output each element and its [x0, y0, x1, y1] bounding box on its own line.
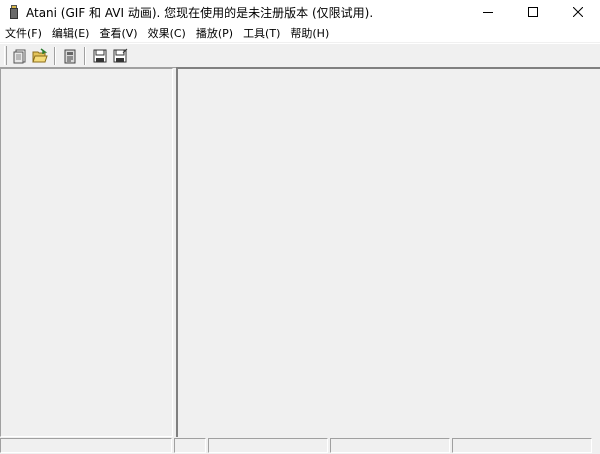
frame-list-pane[interactable]	[0, 68, 173, 437]
film-canister-icon	[9, 5, 19, 19]
status-panel-2	[174, 438, 206, 453]
save-as-icon	[113, 48, 128, 62]
window-title: Atani (GIF 和 AVI 动画). 您现在使用的是未注册版本 (仅限试用…	[26, 5, 374, 20]
minimize-button[interactable]	[465, 0, 510, 24]
maximize-icon	[527, 7, 538, 17]
status-bar	[0, 437, 600, 454]
maximize-button[interactable]	[510, 0, 555, 24]
menu-edit[interactable]: 编辑(E)	[47, 24, 95, 43]
menu-effects[interactable]: 效果(C)	[143, 24, 191, 43]
properties-button[interactable]	[60, 46, 80, 66]
status-panel-3	[208, 438, 328, 453]
toolbar-separator	[84, 46, 86, 65]
menu-bar: 文件(F) 编辑(E) 查看(V) 效果(C) 播放(P) 工具(T) 帮助(H…	[0, 24, 600, 43]
status-panel-5	[452, 438, 592, 453]
save-as-button[interactable]	[110, 46, 130, 66]
toolbar-separator	[54, 46, 56, 65]
window-controls	[465, 0, 600, 24]
close-icon	[572, 7, 583, 17]
save-button[interactable]	[90, 46, 110, 66]
new-icon	[13, 49, 26, 63]
save-icon	[93, 49, 107, 62]
canvas-pane[interactable]	[176, 67, 600, 437]
status-panel-4	[330, 438, 450, 453]
toolbar-grip[interactable]	[4, 46, 7, 65]
open-folder-icon	[32, 47, 48, 62]
menu-help[interactable]: 帮助(H)	[285, 24, 334, 43]
menu-view[interactable]: 查看(V)	[94, 24, 142, 43]
minimize-icon	[482, 12, 493, 13]
new-button[interactable]	[10, 46, 30, 66]
status-panel-1	[0, 438, 172, 453]
menu-tools[interactable]: 工具(T)	[238, 24, 285, 43]
properties-icon	[64, 49, 76, 63]
title-bar[interactable]: Atani (GIF 和 AVI 动画). 您现在使用的是未注册版本 (仅限试用…	[0, 0, 600, 24]
close-button[interactable]	[555, 0, 600, 24]
toolbar	[0, 43, 600, 68]
menu-play[interactable]: 播放(P)	[191, 24, 238, 43]
menu-file[interactable]: 文件(F)	[0, 24, 47, 43]
open-button[interactable]	[30, 46, 50, 66]
